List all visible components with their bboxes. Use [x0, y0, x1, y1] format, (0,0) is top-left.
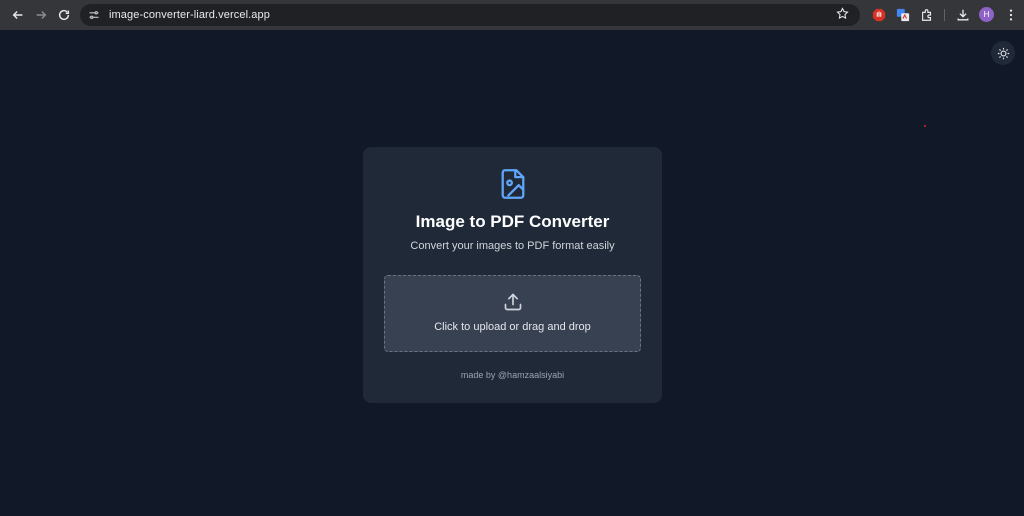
- sun-icon: [997, 47, 1009, 59]
- author-credit: made by @hamzaalsiyabi: [460, 370, 565, 380]
- page-content: Image to PDF Converter Convert your imag…: [0, 30, 1024, 516]
- dropzone-label: Click to upload or drag and drop: [434, 321, 591, 333]
- url-text[interactable]: image-converter-liard.vercel.app: [109, 9, 270, 21]
- browser-toolbar: image-converter-liard.vercel.app H: [0, 0, 1024, 30]
- browser-menu-icon[interactable]: [1003, 7, 1019, 23]
- upload-dropzone[interactable]: Click to upload or drag and drop: [384, 275, 641, 352]
- stray-dot: [924, 125, 926, 127]
- extensions-puzzle-icon[interactable]: [919, 7, 935, 23]
- downloads-icon[interactable]: [955, 7, 971, 23]
- back-icon[interactable]: [6, 3, 30, 27]
- forward-icon[interactable]: [29, 3, 53, 27]
- toolbar-divider: [944, 9, 945, 21]
- bookmark-star-icon[interactable]: [836, 7, 852, 23]
- address-bar[interactable]: image-converter-liard.vercel.app: [80, 4, 860, 26]
- translate-extension-icon[interactable]: [895, 7, 911, 23]
- adblock-extension-icon[interactable]: [871, 7, 887, 23]
- reload-icon[interactable]: [52, 3, 76, 27]
- theme-toggle-button[interactable]: [991, 41, 1015, 65]
- page-subtitle: Convert your images to PDF format easily: [410, 240, 615, 252]
- converter-card: Image to PDF Converter Convert your imag…: [363, 147, 662, 403]
- page-title: Image to PDF Converter: [415, 212, 610, 231]
- site-info-icon[interactable]: [86, 7, 102, 23]
- file-image-icon: [499, 168, 527, 200]
- upload-icon: [503, 292, 523, 312]
- profile-avatar[interactable]: H: [979, 7, 994, 22]
